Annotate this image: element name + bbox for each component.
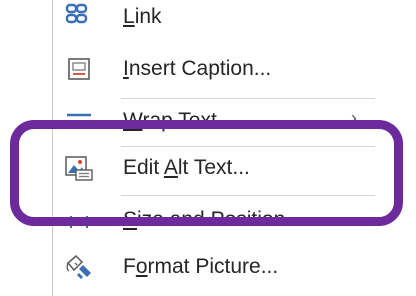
menu-item-size-and-position[interactable]: Size and Position...: [53, 193, 375, 243]
context-menu-screenshot: Link Insert Caption... Wrap Text › Edit …: [0, 0, 416, 296]
size-position-icon: [63, 202, 95, 234]
alt-text-icon: [63, 152, 95, 184]
menu-item-wrap-text-label: Wrap Text: [123, 109, 217, 132]
insert-caption-icon: [63, 53, 95, 85]
menu-item-edit-alt-text-label: Edit Alt Text...: [123, 156, 250, 179]
menu-item-link-label: Link: [123, 5, 162, 28]
menu-item-wrap-text[interactable]: Wrap Text ›: [53, 94, 375, 144]
menu-item-format-picture-label: Format Picture...: [123, 255, 279, 278]
menu-item-size-and-position-label: Size and Position...: [123, 208, 303, 231]
menu-item-edit-alt-text[interactable]: Edit Alt Text...: [53, 143, 375, 193]
menu-item-format-picture[interactable]: Format Picture...: [53, 242, 375, 292]
menu-item-link[interactable]: Link: [53, 0, 375, 42]
submenu-chevron-icon: ›: [351, 108, 357, 128]
link-chain-icon: [63, 1, 95, 33]
menu-item-insert-caption-label: Insert Caption...: [123, 57, 272, 80]
format-picture-icon: [63, 251, 95, 283]
menu-item-insert-caption[interactable]: Insert Caption...: [53, 44, 375, 94]
wrap-text-icon: [63, 103, 95, 135]
context-menu: Link Insert Caption... Wrap Text › Edit …: [52, 0, 375, 296]
